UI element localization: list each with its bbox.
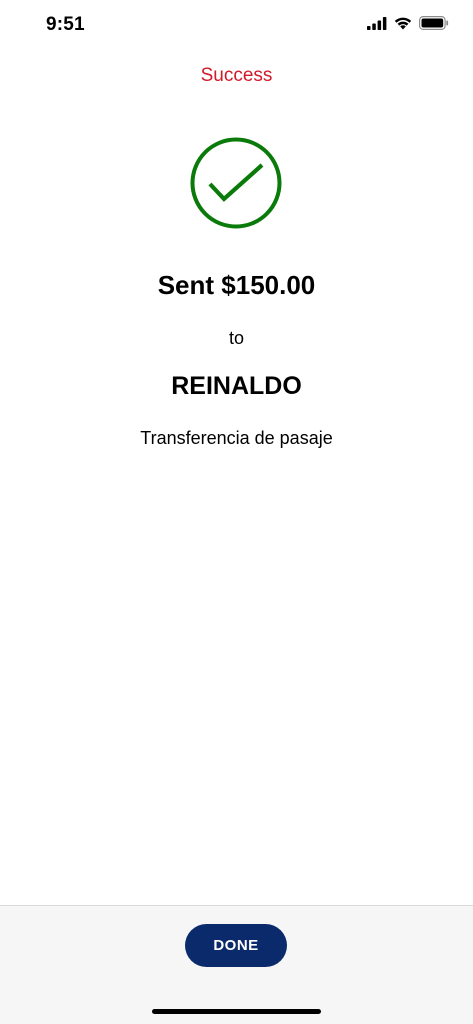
home-indicator[interactable]	[152, 1009, 321, 1014]
status-bar: 9:51	[0, 0, 473, 52]
wifi-icon	[394, 17, 412, 30]
battery-icon	[419, 16, 449, 30]
sent-amount: Sent $150.00	[157, 270, 316, 300]
recipient-name: REINALDO	[171, 372, 302, 400]
bottom-action-bar: DONE	[0, 905, 473, 1024]
to-label: to	[228, 328, 244, 348]
payment-success-screen: 9:51 Success Sent $150.00 to REINALDO Tr…	[0, 0, 473, 1024]
done-button[interactable]: DONE	[185, 924, 287, 967]
page-title: Success	[200, 65, 273, 86]
transfer-memo: Transferencia de pasaje	[140, 428, 333, 448]
checkmark-circle-icon	[190, 137, 282, 229]
cellular-signal-icon	[367, 16, 387, 30]
status-icons	[367, 16, 449, 30]
status-time: 9:51	[46, 14, 85, 35]
